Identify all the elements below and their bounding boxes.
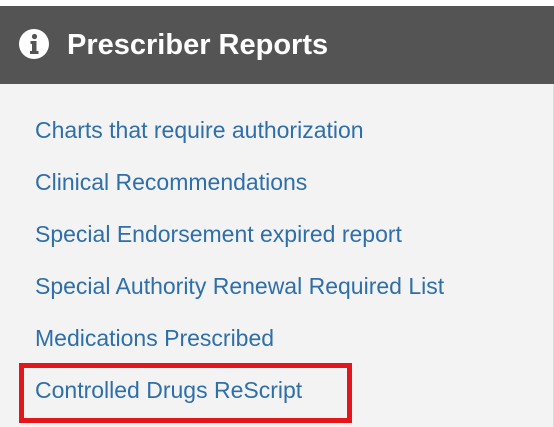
panel-header: Prescriber Reports [0, 6, 554, 84]
link-special-authority-renewal-required-list[interactable]: Special Authority Renewal Required List [35, 272, 444, 300]
prescriber-reports-panel: Prescriber Reports Charts that require a… [0, 6, 554, 427]
link-charts-require-authorization[interactable]: Charts that require authorization [35, 116, 364, 144]
panel-title: Prescriber Reports [67, 29, 329, 61]
link-clinical-recommendations[interactable]: Clinical Recommendations [35, 168, 307, 196]
highlight-box [19, 363, 352, 423]
info-circle-icon [19, 29, 49, 59]
link-special-endorsement-expired-report[interactable]: Special Endorsement expired report [35, 220, 402, 248]
link-medications-prescribed[interactable]: Medications Prescribed [35, 324, 274, 352]
